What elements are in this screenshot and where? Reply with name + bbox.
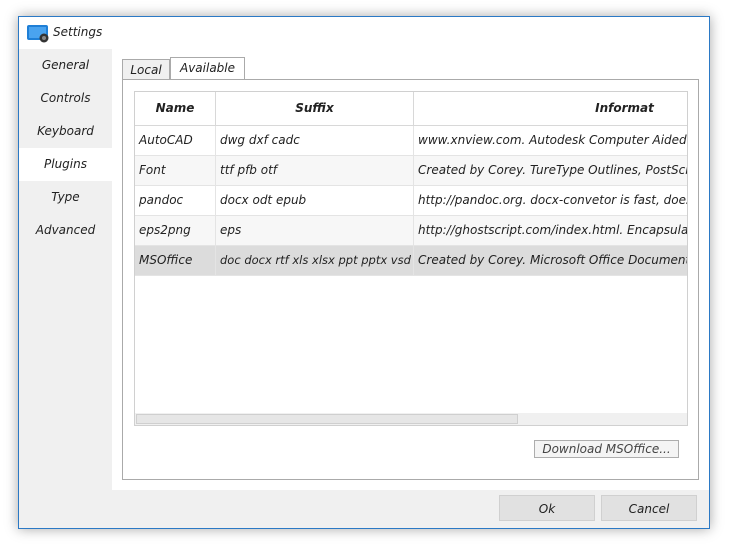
scrollbar-thumb[interactable]: [136, 414, 518, 424]
title-bar: Settings: [19, 17, 709, 49]
ok-button[interactable]: Ok: [499, 495, 595, 521]
tab-available[interactable]: Available: [170, 57, 245, 80]
cell-information: Created by Corey. Microsoft Office Docum…: [418, 253, 688, 267]
sidebar-item-advanced[interactable]: Advanced: [19, 214, 112, 247]
dialog-footer: Ok Cancel: [19, 490, 709, 528]
available-panel: Name Suffix Informat AutoCAD dwg dxf cad…: [122, 79, 699, 480]
app-icon: [27, 25, 49, 43]
sidebar: General Controls Keyboard Plugins Type A…: [19, 49, 112, 490]
table-row[interactable]: eps2png eps http://ghostscript.com/index…: [135, 216, 688, 246]
cell-suffix: eps: [216, 216, 414, 246]
column-header-information[interactable]: Informat: [414, 92, 687, 125]
plugins-table: Name Suffix Informat AutoCAD dwg dxf cad…: [134, 91, 688, 426]
table-header: Name Suffix Informat: [135, 92, 687, 126]
cell-name: Font: [135, 156, 216, 186]
settings-window: Settings General Controls Keyboard Plugi…: [18, 16, 710, 529]
cell-suffix: dwg dxf cadc: [216, 126, 414, 156]
cancel-button[interactable]: Cancel: [601, 495, 697, 521]
cell-suffix: doc docx rtf xls xlsx ppt pptx vsd vsdx: [216, 246, 414, 276]
tab-local[interactable]: Local: [122, 59, 170, 80]
cell-information: www.xnview.com. Autodesk Computer Aided …: [418, 133, 687, 147]
sidebar-item-keyboard[interactable]: Keyboard: [19, 115, 112, 148]
table-row[interactable]: AutoCAD dwg dxf cadc www.xnview.com. Aut…: [135, 126, 687, 156]
download-msoffice-button[interactable]: Download MSOffice...: [534, 440, 679, 458]
cell-suffix: ttf pfb otf: [216, 156, 414, 186]
table-row[interactable]: MSOffice doc docx rtf xls xlsx ppt pptx …: [135, 246, 688, 276]
table-row[interactable]: Font ttf pfb otf Created by Corey. TureT…: [135, 156, 687, 186]
cell-name: MSOffice: [135, 246, 216, 276]
table-row[interactable]: pandoc docx odt epub http://pandoc.org. …: [135, 186, 687, 216]
cell-name: pandoc: [135, 186, 216, 216]
sidebar-item-plugins[interactable]: Plugins: [19, 148, 112, 181]
sidebar-item-type[interactable]: Type: [19, 181, 112, 214]
cell-information: http://pandoc.org. docx-convetor is fast…: [418, 193, 687, 207]
column-header-name[interactable]: Name: [135, 92, 216, 125]
cell-suffix: docx odt epub: [216, 186, 414, 216]
sidebar-item-controls[interactable]: Controls: [19, 82, 112, 115]
plugins-content: Local Available Name Suffix Informat Aut…: [112, 49, 709, 490]
cell-name: eps2png: [135, 216, 216, 246]
cell-information: Created by Corey. TureType Outlines, Pos…: [418, 163, 687, 177]
cell-name: AutoCAD: [135, 126, 216, 156]
cell-information: http://ghostscript.com/index.html. Encap…: [418, 223, 688, 237]
sidebar-item-general[interactable]: General: [19, 49, 112, 82]
horizontal-scrollbar[interactable]: [135, 413, 687, 425]
column-header-suffix[interactable]: Suffix: [216, 92, 414, 125]
window-title: Settings: [53, 25, 103, 39]
